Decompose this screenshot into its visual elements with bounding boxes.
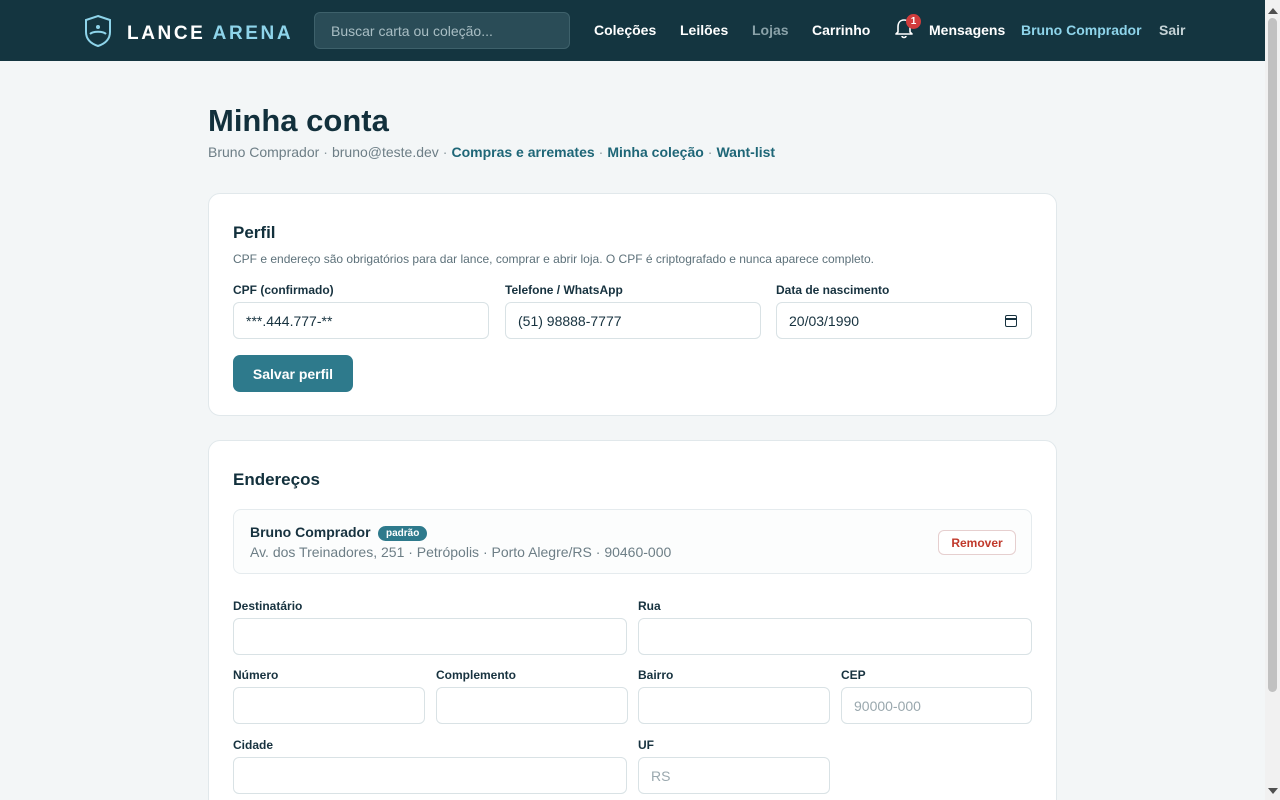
cpf-label: CPF (confirmado) <box>233 283 334 297</box>
phone-label: Telefone / WhatsApp <box>505 283 623 297</box>
brand-name-second: ARENA <box>212 22 294 44</box>
shield-icon <box>84 14 112 53</box>
number-label: Número <box>233 668 279 682</box>
street-label: Rua <box>638 599 661 613</box>
district-label: Bairro <box>638 668 674 682</box>
account-user-email: bruno@teste.dev <box>331 144 439 160</box>
birth-date-field[interactable] <box>776 302 1032 339</box>
brand-name: LANCE ARENA <box>127 23 293 45</box>
nav-mensagens[interactable]: Mensagens <box>929 22 1005 38</box>
notification-badge: 1 <box>906 14 921 29</box>
brand-name-first: LANCE <box>127 22 206 44</box>
cep-field[interactable] <box>841 687 1032 724</box>
recipient-label: Destinatário <box>233 599 303 613</box>
district-field[interactable] <box>638 687 830 724</box>
calendar-icon[interactable] <box>1005 315 1017 327</box>
separator: · <box>323 144 328 160</box>
search-input[interactable] <box>314 12 570 49</box>
link-want-list[interactable]: Want-list <box>716 144 775 160</box>
separator: · <box>707 144 713 160</box>
complement-label: Complemento <box>436 668 517 682</box>
uf-field[interactable] <box>638 757 830 794</box>
default-address-badge: padrão <box>378 526 428 541</box>
profile-description: CPF e endereço são obrigatórios para dar… <box>233 252 875 266</box>
account-subline: Bruno Comprador · bruno@teste.dev · Compras … <box>208 144 775 160</box>
brand-logo[interactable]: LANCE ARENA <box>84 14 293 53</box>
uf-label: UF <box>638 738 654 752</box>
address-recipient-name: Bruno Comprador <box>250 524 371 540</box>
cep-label: CEP <box>841 668 866 682</box>
address-list-item: Bruno Comprador padrão Av. dos Treinador… <box>233 509 1032 574</box>
profile-card: Perfil CPF e endereço são obrigatórios p… <box>208 193 1057 416</box>
city-label: Cidade <box>233 738 274 752</box>
scroll-down-arrow-icon[interactable] <box>1268 788 1278 794</box>
nav-colecoes[interactable]: Coleções <box>594 22 656 38</box>
profile-section-title: Perfil <box>233 223 276 242</box>
nav-user-account[interactable]: Bruno Comprador <box>1021 22 1142 38</box>
top-navigation-bar: LANCE ARENA Coleções Leilões Lojas Carri… <box>0 0 1280 61</box>
birth-date-label: Data de nascimento <box>776 283 890 297</box>
save-profile-button[interactable]: Salvar perfil <box>233 355 353 392</box>
separator: · <box>442 144 448 160</box>
nav-leiloes[interactable]: Leilões <box>680 22 728 38</box>
page-title: Minha conta <box>208 103 389 138</box>
recipient-field[interactable] <box>233 618 627 655</box>
remove-address-button[interactable]: Remover <box>938 530 1016 555</box>
phone-field[interactable] <box>505 302 761 339</box>
scrollbar-thumb[interactable] <box>1268 18 1277 692</box>
separator: · <box>598 144 604 160</box>
number-field[interactable] <box>233 687 425 724</box>
nav-logout[interactable]: Sair <box>1159 22 1185 38</box>
page-scrollbar[interactable] <box>1265 0 1280 800</box>
scroll-up-arrow-icon[interactable] <box>1268 8 1278 14</box>
account-user-name: Bruno Comprador <box>208 144 320 160</box>
link-compras-arremates[interactable]: Compras e arremates <box>451 144 594 160</box>
address-line: Av. dos Treinadores, 251 · Petrópolis · … <box>250 544 672 560</box>
addresses-card: Endereços Bruno Comprador padrão Av. dos… <box>208 440 1057 800</box>
nav-carrinho[interactable]: Carrinho <box>812 22 870 38</box>
street-field[interactable] <box>638 618 1032 655</box>
nav-lojas[interactable]: Lojas <box>752 22 789 38</box>
city-field[interactable] <box>233 757 627 794</box>
cpf-field[interactable] <box>233 302 489 339</box>
complement-field[interactable] <box>436 687 628 724</box>
link-minha-colecao[interactable]: Minha coleção <box>607 144 703 160</box>
addresses-section-title: Endereços <box>233 470 320 489</box>
